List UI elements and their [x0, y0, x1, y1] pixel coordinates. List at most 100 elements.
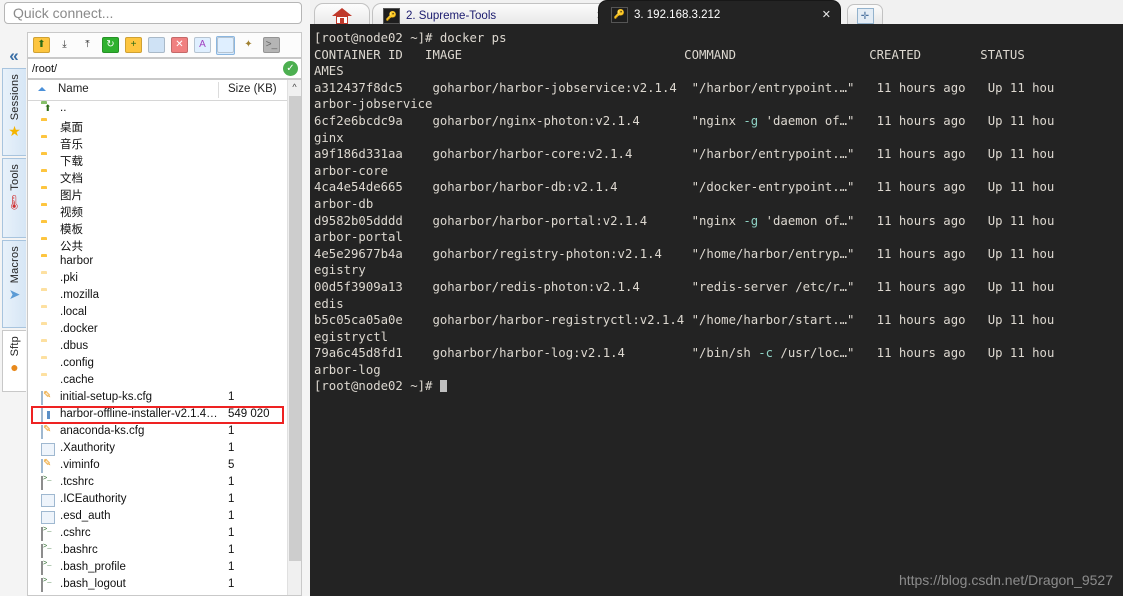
file-row[interactable]: .bash_logout 1 [28, 577, 301, 594]
column-header-name[interactable]: Name [58, 83, 89, 95]
file-row[interactable]: 下载 [28, 152, 301, 169]
file-row[interactable]: .bashrc 1 [28, 543, 301, 560]
shell-file-icon [41, 476, 43, 490]
new-file-icon-glyph [148, 37, 165, 53]
file-row[interactable]: anaconda-ks.cfg 1 [28, 424, 301, 441]
text-mode-icon-glyph: A [194, 37, 211, 53]
file-icon [41, 443, 55, 456]
file-icon [41, 494, 55, 507]
file-row[interactable]: .bash_profile 1 [28, 560, 301, 577]
file-size: 5 [228, 459, 235, 471]
file-row[interactable]: .config [28, 356, 301, 373]
file-row[interactable]: harbor-offline-installer-v2.1.4… 549 020 [28, 406, 301, 424]
terminal-area: 🔑 2. Supreme-Tools ✕ 🔑 3. 192.168.3.212 … [310, 0, 1123, 596]
file-list-header: Name Size (KB) [28, 80, 301, 101]
file-row[interactable]: harbor [28, 254, 301, 271]
sidebar-tab-label: Sessions [8, 74, 21, 121]
sidebar-vertical-tabs: « Sessions ★ Tools 🌡 Macros ➤ Sftp ● [0, 46, 26, 392]
thermometer-icon: 🌡 [5, 193, 24, 210]
file-name: .bash_profile [60, 561, 126, 573]
sidebar-tab-tools[interactable]: Tools 🌡 [2, 158, 26, 238]
file-size: 1 [228, 510, 235, 522]
remote-path-bar[interactable]: /root/ ✓ [27, 58, 302, 79]
file-name: 图片 [60, 190, 83, 202]
ssh-key-icon: 🔑 [611, 6, 628, 23]
quick-connect-container [4, 2, 302, 24]
file-name: .esd_auth [60, 510, 111, 522]
close-icon[interactable]: ✕ [822, 8, 831, 21]
file-name: harbor [60, 255, 94, 267]
file-row[interactable]: .dbus [28, 339, 301, 356]
terminal-icon[interactable]: >_ [262, 36, 281, 55]
new-tab-button[interactable]: ✛ [847, 4, 883, 28]
sidebar-tab-sessions[interactable]: Sessions ★ [2, 68, 26, 156]
config-file-icon [41, 391, 43, 405]
file-list-scrollbar[interactable]: ^ [287, 80, 301, 595]
terminal-output[interactable]: [root@node02 ~]# docker ps CONTAINER ID … [310, 28, 1123, 596]
file-name: .pki [60, 272, 78, 284]
sidebar-tab-macros[interactable]: Macros ➤ [2, 240, 26, 328]
file-name: .. [60, 102, 67, 114]
tab-supreme-tools[interactable]: 🔑 2. Supreme-Tools ✕ [372, 3, 615, 28]
file-row[interactable]: 桌面 [28, 118, 301, 135]
file-row[interactable]: 模板 [28, 220, 301, 237]
star-icon: ★ [8, 123, 21, 140]
file-row[interactable]: .viminfo 5 [28, 458, 301, 475]
file-row[interactable]: .esd_auth 1 [28, 509, 301, 526]
terminal-icon-glyph: >_ [263, 37, 280, 53]
file-row[interactable]: .local [28, 305, 301, 322]
file-row[interactable]: initial-setup-ks.cfg 1 [28, 390, 301, 407]
file-size: 1 [228, 561, 235, 573]
sidebar-tab-sftp[interactable]: Sftp ● [2, 330, 26, 392]
file-row[interactable]: .pki [28, 271, 301, 288]
file-name: .ICEauthority [60, 493, 127, 505]
file-row[interactable]: .tcshrc 1 [28, 475, 301, 492]
text-mode-icon[interactable]: A [193, 36, 212, 55]
magic-wand-icon[interactable]: ✦ [239, 36, 258, 55]
file-name: .bashrc [60, 544, 98, 556]
file-name: .cshrc [60, 527, 91, 539]
file-row[interactable]: .mozilla [28, 288, 301, 305]
file-size: 1 [228, 493, 235, 505]
refresh-icon[interactable]: ↻ [101, 36, 120, 55]
new-file-icon[interactable] [147, 36, 166, 55]
scrollbar-thumb[interactable] [289, 96, 301, 561]
file-row[interactable]: .cache [28, 373, 301, 390]
file-row[interactable]: .docker [28, 322, 301, 339]
delete-icon[interactable]: ✕ [170, 36, 189, 55]
go-up-icon-glyph: ⬆ [33, 37, 50, 53]
sftp-toolbar: ⬆ ⤓ ⤒ ↻ + ✕ A ✦ >_ [27, 32, 302, 58]
column-header-size[interactable]: Size (KB) [228, 83, 277, 95]
file-name: anaconda-ks.cfg [60, 425, 145, 437]
sort-ascending-icon[interactable] [38, 87, 46, 91]
tab-192-168-3-212[interactable]: 🔑 3. 192.168.3.212 ✕ [598, 0, 841, 28]
binary-mode-icon[interactable] [216, 35, 235, 55]
scroll-up-icon[interactable]: ^ [288, 80, 301, 94]
download-icon[interactable]: ⤓ [55, 36, 74, 55]
tab-home[interactable] [314, 3, 370, 28]
file-row[interactable]: 图片 [28, 186, 301, 203]
new-folder-icon[interactable]: + [124, 36, 143, 55]
binary-file-icon [41, 408, 43, 422]
download-icon-glyph: ⤓ [62, 39, 67, 50]
upload-icon[interactable]: ⤒ [78, 36, 97, 55]
file-row[interactable]: .Xauthority 1 [28, 441, 301, 458]
file-row[interactable]: .cshrc 1 [28, 526, 301, 543]
watermark-text: https://blog.csdn.net/Dragon_9527 [898, 572, 1113, 588]
go-up-icon[interactable]: ⬆ [32, 36, 51, 55]
quick-connect-input[interactable] [4, 2, 302, 24]
file-row[interactable]: 音乐 [28, 135, 301, 152]
config-file-icon [41, 425, 43, 439]
file-row[interactable]: .. [28, 101, 301, 118]
refresh-icon-glyph: ↻ [102, 37, 119, 53]
file-row[interactable]: .ICEauthority 1 [28, 492, 301, 509]
file-name: 公共 [60, 241, 83, 253]
file-row[interactable]: 文档 [28, 169, 301, 186]
collapse-sidebar-icon[interactable]: « [3, 45, 25, 67]
file-name: harbor-offline-installer-v2.1.4… [60, 408, 218, 420]
file-row[interactable]: 视频 [28, 203, 301, 220]
delete-icon-glyph: ✕ [171, 37, 188, 53]
new-tab-icon: ✛ [856, 8, 874, 24]
shell-file-icon [41, 544, 43, 558]
file-row[interactable]: 公共 [28, 237, 301, 254]
